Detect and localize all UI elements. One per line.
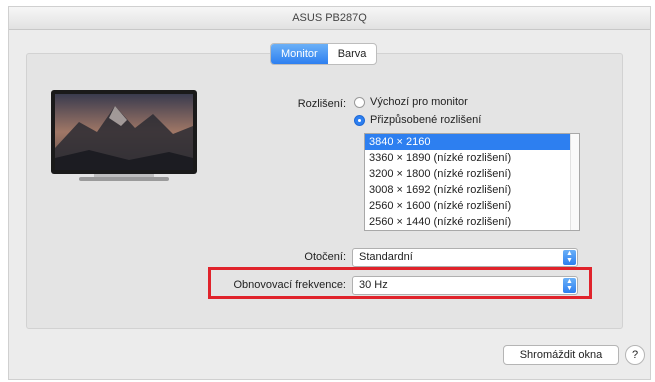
tab-bar: Monitor Barva [270,43,378,65]
radio-button[interactable] [354,96,365,108]
gather-windows-button[interactable]: Shromáždit okna [503,345,619,365]
list-item[interactable]: 2560 × 1600 (nízké rozlišení) [365,198,579,214]
refresh-rate-value: 30 Hz [359,279,388,291]
radio-label: Přizpůsobené rozlišení [370,114,482,126]
list-item[interactable]: 3008 × 1692 (nízké rozlišení) [365,182,579,198]
tab-monitor[interactable]: Monitor [271,44,328,64]
list-item[interactable]: 3360 × 1890 (nízké rozlišení) [365,150,579,166]
window-title: ASUS PB287Q [9,7,650,30]
rotation-select[interactable]: Standardní ▲ ▼ [352,248,578,267]
radio-custom-resolution[interactable]: Přizpůsobené rozlišení [354,114,481,126]
list-item[interactable]: 3200 × 1800 (nízké rozlišení) [365,166,579,182]
radio-default-resolution[interactable]: Výchozí pro monitor [354,96,468,108]
list-item[interactable]: 3840 × 2160 [365,134,579,150]
tab-barva[interactable]: Barva [328,44,377,64]
resolution-label: Rozlišení: [297,98,346,110]
help-icon[interactable]: ? [625,345,645,365]
chevron-up-down-icon: ▲ ▼ [563,250,576,265]
rotation-value: Standardní [359,251,413,263]
chevron-up-down-icon: ▲ ▼ [563,278,576,293]
list-scrollbar[interactable] [570,134,579,230]
radio-button-selected[interactable] [354,114,365,126]
resolution-list[interactable]: 3840 × 2160 3360 × 1890 (nízké rozlišení… [364,133,580,231]
refresh-rate-label: Obnovovací frekvence: [233,279,346,291]
radio-label: Výchozí pro monitor [370,96,468,108]
refresh-rate-select[interactable]: 30 Hz ▲ ▼ [352,276,578,295]
list-item[interactable]: 2560 × 1440 (nízké rozlišení) [365,214,579,230]
monitor-thumbnail [51,90,197,181]
rotation-label: Otočení: [304,251,346,263]
